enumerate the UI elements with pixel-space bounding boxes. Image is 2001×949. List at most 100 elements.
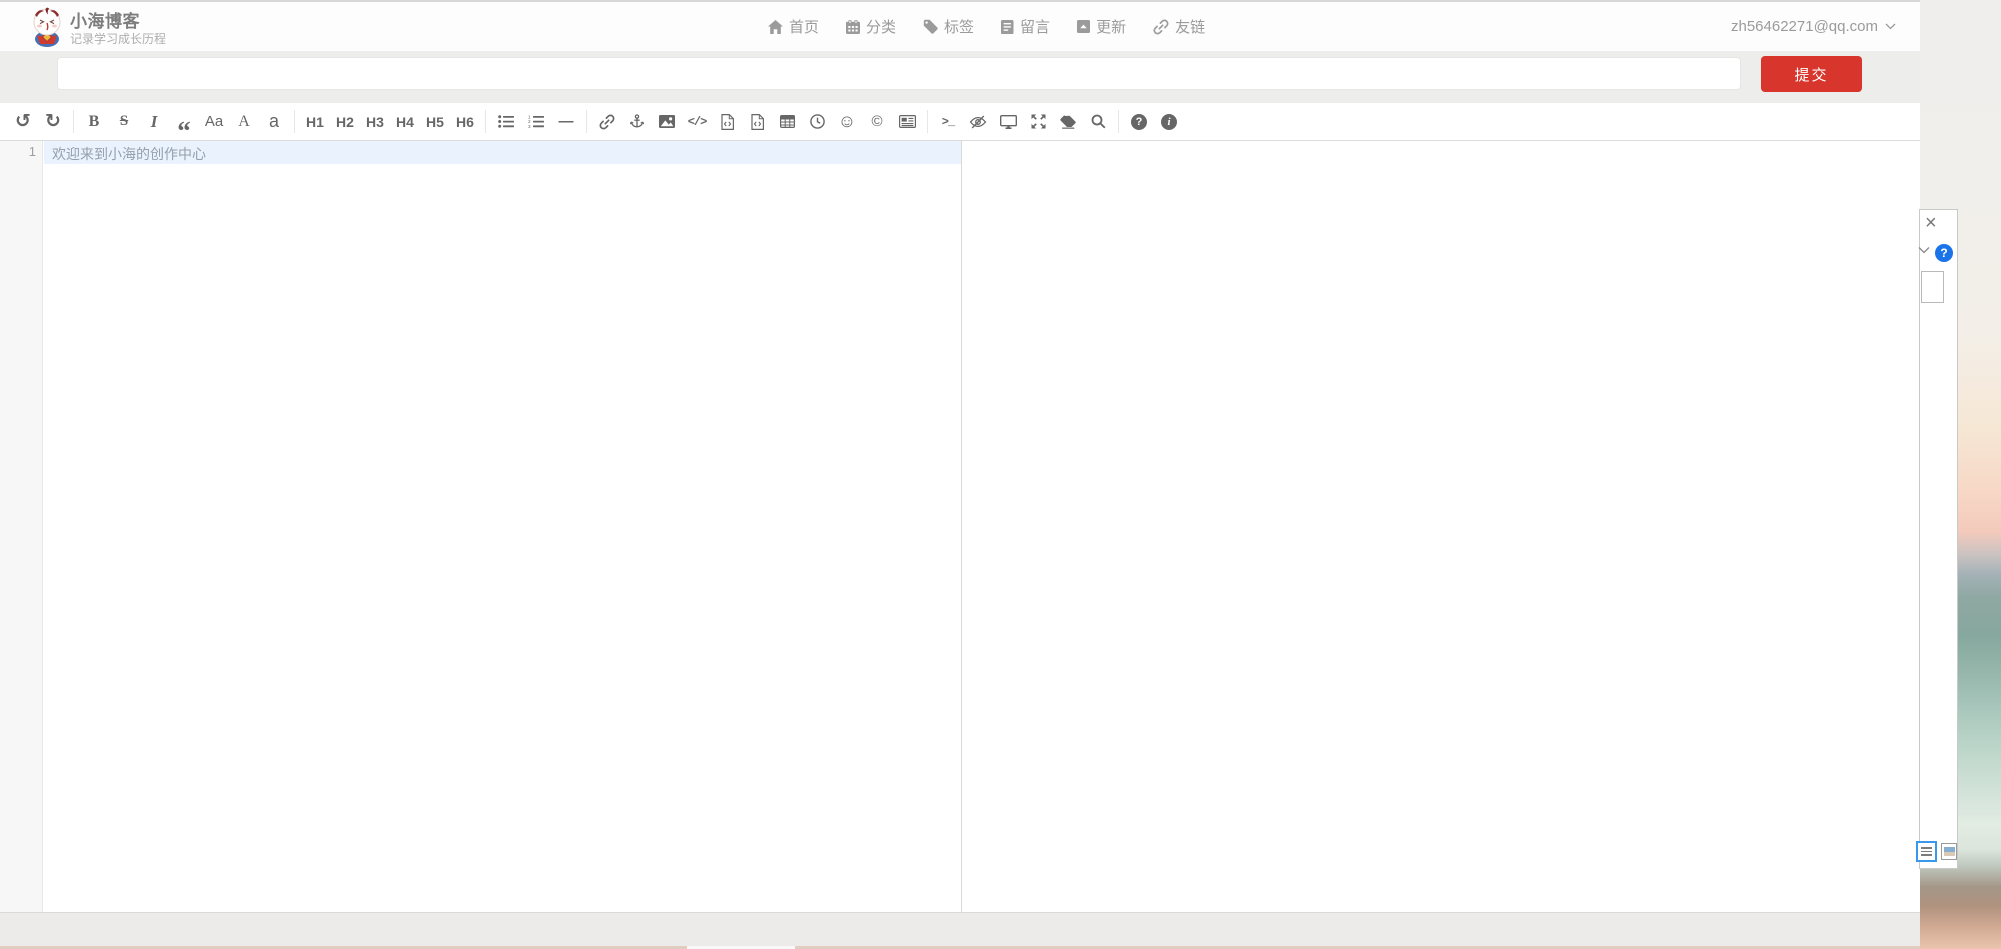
toolbar-datetime-button[interactable] <box>802 107 832 137</box>
help-circle-icon[interactable]: ? <box>1935 244 1953 262</box>
strikethrough-icon: S <box>120 113 128 130</box>
toolbar-h6-button[interactable]: H6 <box>450 107 480 137</box>
toolbar-uppercase-button[interactable]: A <box>229 107 259 137</box>
site-logo-avatar[interactable] <box>27 6 67 48</box>
user-email: zh56462271@qq.com <box>1731 18 1878 35</box>
toolbar-separator <box>586 110 587 133</box>
toolbar-list-ul-button[interactable] <box>491 107 521 137</box>
nav-item-categories[interactable]: 分类 <box>846 16 896 37</box>
home-icon <box>768 20 783 34</box>
toolbar-anchor-button[interactable] <box>622 107 652 137</box>
editor-placeholder-text: 欢迎来到小海的创作中心 <box>52 144 206 164</box>
nav-item-updates[interactable]: 更新 <box>1077 16 1126 37</box>
preview-pane <box>962 141 1920 912</box>
toolbar-ucwords-button[interactable]: Aa <box>199 107 229 137</box>
toolbar-emoji-button[interactable]: ☺ <box>832 107 862 137</box>
toolbar-preview-button[interactable] <box>993 107 1023 137</box>
toolbar-html-entities-button[interactable]: © <box>862 107 892 137</box>
toolbar-goto-line-button[interactable]: >_ <box>933 107 963 137</box>
h6-icon: H6 <box>456 114 474 130</box>
inline-code-icon: </> <box>688 115 707 129</box>
list-mode-icon[interactable] <box>1916 841 1937 862</box>
toolbar-bold-button[interactable]: B <box>79 107 109 137</box>
copyright-icon: © <box>871 113 882 130</box>
toolbar-clear-button[interactable] <box>1053 107 1083 137</box>
image-thumbnail-icon[interactable] <box>1941 843 1957 860</box>
nav-item-friend-links[interactable]: 友链 <box>1153 16 1205 37</box>
toolbar-info-button[interactable]: i <box>1154 107 1184 137</box>
submit-button[interactable]: 提交 <box>1761 56 1862 92</box>
calendar-icon <box>846 20 860 34</box>
toolbar-help-button[interactable]: ? <box>1124 107 1154 137</box>
toolbar-h4-button[interactable]: H4 <box>390 107 420 137</box>
h5-icon: H5 <box>426 114 444 130</box>
h3-icon: H3 <box>366 114 384 130</box>
site-header: 小海博客 记录学习成长历程 首页分类标签留言更新友链 zh56462271@qq… <box>0 0 1920 51</box>
toolbar-search-button[interactable] <box>1083 107 1113 137</box>
search-icon <box>1091 114 1106 129</box>
toolbar-lowercase-button[interactable]: a <box>259 107 289 137</box>
svg-text:3: 3 <box>528 124 531 128</box>
image-icon <box>659 115 675 128</box>
horizontal-rule-icon: — <box>559 113 574 130</box>
toolbar-h3-button[interactable]: H3 <box>360 107 390 137</box>
uppercase-icon: A <box>238 113 250 131</box>
toolbar-h2-button[interactable]: H2 <box>330 107 360 137</box>
nav-item-label: 标签 <box>944 16 974 37</box>
side-panel-input[interactable] <box>1921 271 1944 303</box>
toolbar-separator <box>1118 110 1119 133</box>
toolbar-link-button[interactable] <box>592 107 622 137</box>
toolbar-fullscreen-button[interactable] <box>1023 107 1053 137</box>
markdown-editor[interactable]: 1 欢迎来到小海的创作中心 <box>0 141 1920 912</box>
toolbar-italic-button[interactable]: I <box>139 107 169 137</box>
emoji-icon: ☺ <box>838 111 856 132</box>
help-circle-icon: ? <box>1131 114 1147 130</box>
toolbar-pagebreak-button[interactable] <box>892 107 922 137</box>
nav-item-label: 首页 <box>789 16 819 37</box>
tag-icon <box>923 19 938 34</box>
line-number-gutter: 1 <box>0 141 43 912</box>
h2-icon: H2 <box>336 114 354 130</box>
anchor-icon <box>630 114 644 129</box>
toolbar-table-button[interactable] <box>772 107 802 137</box>
nav-item-home[interactable]: 首页 <box>768 16 819 37</box>
site-subtitle: 记录学习成长历程 <box>70 30 166 47</box>
h1-icon: H1 <box>306 114 324 130</box>
post-title-input[interactable] <box>57 57 1741 90</box>
toolbar-del-button[interactable]: S <box>109 107 139 137</box>
info-circle-icon: i <box>1161 114 1177 130</box>
toolbar-preformatted-text-button[interactable] <box>712 107 742 137</box>
toolbar-code-button[interactable]: </> <box>682 107 712 137</box>
nav-item-label: 分类 <box>866 16 896 37</box>
toolbar-list-ol-button[interactable]: 123 <box>521 107 551 137</box>
page-footer-area <box>0 913 1920 946</box>
nav-item-label: 友链 <box>1175 16 1205 37</box>
ucwords-icon: Aa <box>205 113 223 130</box>
pagebreak-icon <box>899 115 916 128</box>
nav-item-messages[interactable]: 留言 <box>1001 16 1050 37</box>
side-overlay-panel: × ? <box>1919 209 1958 869</box>
caret-square-up-icon <box>1077 20 1090 33</box>
monitor-icon <box>1000 115 1017 129</box>
toolbar-image-button[interactable] <box>652 107 682 137</box>
nav-item-tags[interactable]: 标签 <box>923 16 974 37</box>
toolbar-quote-button[interactable]: “ <box>169 107 199 137</box>
chevron-down-icon[interactable] <box>1918 246 1930 254</box>
toolbar-h1-button[interactable]: H1 <box>300 107 330 137</box>
list-ol-icon: 123 <box>528 115 544 128</box>
toolbar-code-block-button[interactable] <box>742 107 772 137</box>
toolbar-separator <box>73 110 74 133</box>
toolbar-hr-button[interactable]: — <box>551 107 581 137</box>
message-board-icon <box>1001 20 1014 34</box>
toolbar-h5-button[interactable]: H5 <box>420 107 450 137</box>
close-icon[interactable]: × <box>1925 212 1937 234</box>
redo-icon: ↻ <box>45 112 61 131</box>
toolbar-redo-button[interactable]: ↻ <box>38 107 68 137</box>
clock-icon <box>810 114 825 129</box>
toolbar-watch-button[interactable] <box>963 107 993 137</box>
toolbar-undo-button[interactable]: ↺ <box>8 107 38 137</box>
list-ul-icon <box>498 115 514 128</box>
toolbar-separator <box>294 110 295 133</box>
account-dropdown[interactable]: zh56462271@qq.com <box>1731 2 1896 51</box>
file-code-icon <box>721 114 734 130</box>
